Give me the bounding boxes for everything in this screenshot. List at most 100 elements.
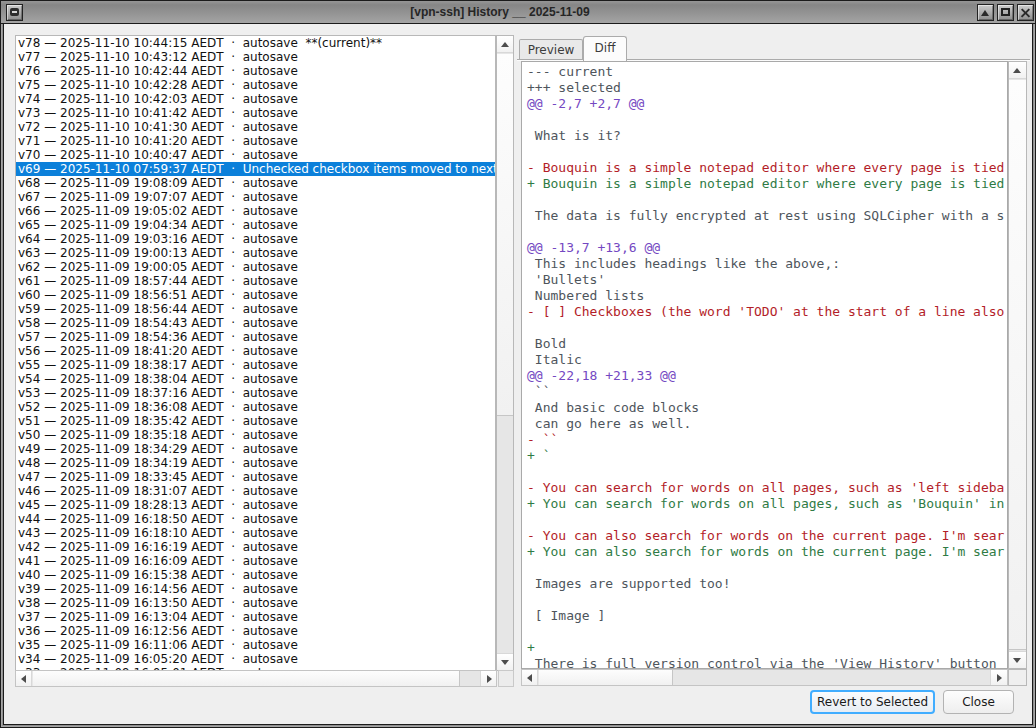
list-item[interactable]: v59 — 2025-11-09 18:56:44 AEDT · autosav…: [16, 302, 495, 316]
list-item[interactable]: v69 — 2025-11-10 07:59:37 AEDT · Uncheck…: [16, 162, 495, 176]
list-item[interactable]: v64 — 2025-11-09 19:03:16 AEDT · autosav…: [16, 232, 495, 246]
list-item[interactable]: v56 — 2025-11-09 18:41:20 AEDT · autosav…: [16, 344, 495, 358]
list-item[interactable]: v57 — 2025-11-09 18:54:36 AEDT · autosav…: [16, 330, 495, 344]
list-item[interactable]: v61 — 2025-11-09 18:57:44 AEDT · autosav…: [16, 274, 495, 288]
list-item[interactable]: v40 — 2025-11-09 16:15:38 AEDT · autosav…: [16, 568, 495, 582]
list-item[interactable]: v63 — 2025-11-09 19:00:13 AEDT · autosav…: [16, 246, 495, 260]
list-item[interactable]: v55 — 2025-11-09 18:38:17 AEDT · autosav…: [16, 358, 495, 372]
diff-line: + Bouquin is a simple notepad editor whe…: [527, 176, 1007, 192]
diff-line: [527, 144, 1007, 160]
list-item[interactable]: v65 — 2025-11-09 19:04:34 AEDT · autosav…: [16, 218, 495, 232]
list-item[interactable]: v41 — 2025-11-09 16:16:09 AEDT · autosav…: [16, 554, 495, 568]
list-item[interactable]: v73 — 2025-11-10 10:41:42 AEDT · autosav…: [16, 106, 495, 120]
titlebar[interactable]: [vpn-ssh] History __ 2025-11-09: [1, 1, 1035, 24]
list-item[interactable]: v71 — 2025-11-10 10:41:20 AEDT · autosav…: [16, 134, 495, 148]
list-item[interactable]: v44 — 2025-11-09 16:18:50 AEDT · autosav…: [16, 512, 495, 526]
arrow-right-icon: [487, 675, 492, 683]
list-item[interactable]: v75 — 2025-11-10 10:42:28 AEDT · autosav…: [16, 78, 495, 92]
diff-line: 'Bullets': [527, 272, 1007, 288]
version-list-hscroll-thumb[interactable]: [33, 671, 460, 686]
revert-to-selected-button[interactable]: Revert to Selected: [810, 690, 935, 714]
close-button[interactable]: Close: [943, 690, 1014, 714]
scroll-down-button[interactable]: [497, 653, 513, 670]
diff-vscroll-thumb[interactable]: [1009, 80, 1026, 650]
diff-line: And basic code blocks: [527, 400, 1007, 416]
version-list-vscroll-thumb[interactable]: [497, 54, 513, 416]
list-item[interactable]: v43 — 2025-11-09 16:18:10 AEDT · autosav…: [16, 526, 495, 540]
list-item[interactable]: v51 — 2025-11-09 18:35:42 AEDT · autosav…: [16, 414, 495, 428]
list-item[interactable]: v38 — 2025-11-09 16:13:50 AEDT · autosav…: [16, 596, 495, 610]
version-list-horizontal-scrollbar[interactable]: [15, 670, 497, 687]
list-item[interactable]: v72 — 2025-11-10 10:41:30 AEDT · autosav…: [16, 120, 495, 134]
diff-horizontal-scrollbar[interactable]: [521, 669, 1008, 686]
diff-scrollbar-corner: [1008, 669, 1027, 686]
diff-line: [527, 112, 1007, 128]
arrow-down-icon: [1013, 658, 1021, 663]
list-item[interactable]: v34 — 2025-11-09 16:05:20 AEDT · autosav…: [16, 652, 495, 666]
diff-hscroll-thumb[interactable]: [539, 670, 673, 685]
list-item[interactable]: v77 — 2025-11-10 10:43:12 AEDT · autosav…: [16, 50, 495, 64]
list-item[interactable]: v66 — 2025-11-09 19:05:02 AEDT · autosav…: [16, 204, 495, 218]
list-item[interactable]: v58 — 2025-11-09 18:54:43 AEDT · autosav…: [16, 316, 495, 330]
minimize-button[interactable]: [977, 4, 994, 21]
diff-text[interactable]: --- current+++ selected@@ -2,7 +2,7 @@ W…: [521, 61, 1008, 669]
diff-line: + You can also search for words on the c…: [527, 544, 1007, 560]
scroll-left-button[interactable]: [16, 671, 32, 686]
version-list[interactable]: v78 — 2025-11-10 10:44:15 AEDT · autosav…: [15, 35, 496, 671]
diff-scroll-left-button[interactable]: [522, 670, 538, 685]
window-title: [vpn-ssh] History __ 2025-11-09: [25, 5, 975, 19]
scroll-right-button[interactable]: [480, 671, 496, 686]
list-item[interactable]: v53 — 2025-11-09 18:37:16 AEDT · autosav…: [16, 386, 495, 400]
scroll-up-button[interactable]: [497, 36, 513, 53]
diff-scroll-down-button[interactable]: [1009, 651, 1026, 668]
diff-scroll-up-button[interactable]: [1009, 62, 1026, 79]
diff-line: Numbered lists: [527, 288, 1007, 304]
diff-line: +: [527, 640, 1007, 656]
list-item[interactable]: v78 — 2025-11-10 10:44:15 AEDT · autosav…: [16, 36, 495, 50]
list-item[interactable]: v45 — 2025-11-09 18:28:13 AEDT · autosav…: [16, 498, 495, 512]
maximize-button[interactable]: [997, 4, 1014, 21]
list-item[interactable]: v36 — 2025-11-09 16:12:56 AEDT · autosav…: [16, 624, 495, 638]
list-item[interactable]: v76 — 2025-11-10 10:42:44 AEDT · autosav…: [16, 64, 495, 78]
list-item[interactable]: v62 — 2025-11-09 19:00:05 AEDT · autosav…: [16, 260, 495, 274]
list-item[interactable]: v47 — 2025-11-09 18:33:45 AEDT · autosav…: [16, 470, 495, 484]
list-item[interactable]: v74 — 2025-11-10 10:42:03 AEDT · autosav…: [16, 92, 495, 106]
diff-line: What is it?: [527, 128, 1007, 144]
diff-line: +++ selected: [527, 80, 1007, 96]
diff-line: [527, 560, 1007, 576]
list-item[interactable]: v70 — 2025-11-10 10:40:47 AEDT · autosav…: [16, 148, 495, 162]
list-item[interactable]: v60 — 2025-11-09 18:56:51 AEDT · autosav…: [16, 288, 495, 302]
close-window-button[interactable]: [1017, 4, 1034, 21]
scrollbar-corner: [498, 670, 514, 687]
diff-line: @@ -22,18 +21,33 @@: [527, 368, 1007, 384]
diff-line: @@ -2,7 +2,7 @@: [527, 96, 1007, 112]
list-item[interactable]: v48 — 2025-11-09 18:34:19 AEDT · autosav…: [16, 456, 495, 470]
list-item[interactable]: v35 — 2025-11-09 16:11:06 AEDT · autosav…: [16, 638, 495, 652]
list-item[interactable]: v54 — 2025-11-09 18:38:04 AEDT · autosav…: [16, 372, 495, 386]
minimize-icon: [981, 10, 989, 16]
list-item[interactable]: v46 — 2025-11-09 18:31:07 AEDT · autosav…: [16, 484, 495, 498]
version-list-vertical-scrollbar[interactable]: [496, 35, 514, 671]
tab-preview[interactable]: Preview: [519, 39, 583, 60]
list-item[interactable]: v49 — 2025-11-09 18:34:29 AEDT · autosav…: [16, 442, 495, 456]
diff-line: [527, 592, 1007, 608]
arrow-up-icon: [501, 42, 509, 47]
tab-diff[interactable]: Diff: [583, 36, 627, 61]
diff-line: - Bouquin is a simple notepad editor whe…: [527, 160, 1007, 176]
list-item[interactable]: v67 — 2025-11-09 19:07:07 AEDT · autosav…: [16, 190, 495, 204]
window-menu-button[interactable]: [6, 4, 23, 21]
diff-line: Images are supported too!: [527, 576, 1007, 592]
diff-line: ``: [527, 384, 1007, 400]
list-item[interactable]: v42 — 2025-11-09 16:16:19 AEDT · autosav…: [16, 540, 495, 554]
list-item[interactable]: v39 — 2025-11-09 16:14:56 AEDT · autosav…: [16, 582, 495, 596]
diff-line: + You can search for words on all pages,…: [527, 496, 1007, 512]
diff-line: [527, 464, 1007, 480]
maximize-icon: [1001, 8, 1010, 16]
list-item[interactable]: v37 — 2025-11-09 16:13:04 AEDT · autosav…: [16, 610, 495, 624]
diff-vertical-scrollbar[interactable]: [1008, 61, 1027, 669]
diff-scroll-right-button[interactable]: [990, 670, 1007, 685]
list-item[interactable]: v52 — 2025-11-09 18:36:08 AEDT · autosav…: [16, 400, 495, 414]
list-item[interactable]: v50 — 2025-11-09 18:35:18 AEDT · autosav…: [16, 428, 495, 442]
list-item[interactable]: v68 — 2025-11-09 19:08:09 AEDT · autosav…: [16, 176, 495, 190]
diff-line: [527, 512, 1007, 528]
